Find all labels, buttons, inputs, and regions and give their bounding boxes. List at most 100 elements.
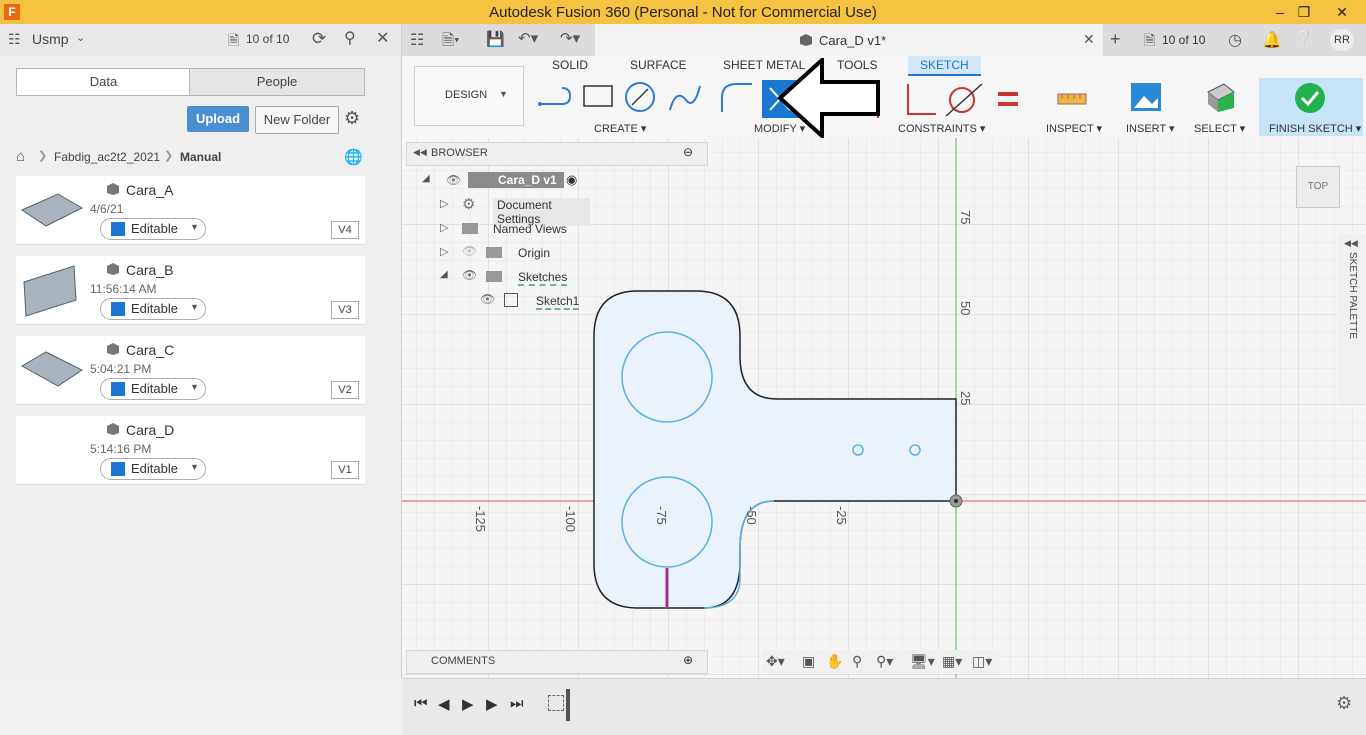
go-to-start-icon[interactable]: ⏮ bbox=[414, 695, 428, 712]
zoom-icon[interactable]: ⚲ bbox=[852, 653, 862, 670]
team-selector[interactable]: Usmp bbox=[32, 31, 69, 47]
chevron-down-icon[interactable]: ⌄ bbox=[76, 31, 85, 44]
data-panel-toggle-icon[interactable]: ☷ bbox=[410, 30, 424, 50]
comments-panel-header[interactable]: COMMENTS ⊕ bbox=[406, 650, 708, 674]
create-menu[interactable]: CREATE ▾ bbox=[594, 122, 646, 135]
tab-people[interactable]: People bbox=[189, 68, 365, 96]
spline-tool-icon[interactable] bbox=[669, 85, 701, 111]
tab-surface[interactable]: SURFACE bbox=[630, 58, 687, 72]
browser-item-sketch1[interactable]: 👁 Sketch1 bbox=[480, 292, 590, 310]
version-select[interactable]: V4 bbox=[331, 221, 359, 239]
file-card-cara-b[interactable]: Cara_B 11:56:14 AM Editable ▼ V3 bbox=[16, 256, 365, 325]
finish-sketch-button[interactable]: FINISH SKETCH ▾ bbox=[1259, 78, 1363, 136]
play-icon[interactable]: ▶ bbox=[462, 695, 474, 713]
file-menu-icon[interactable]: 🗎▾ bbox=[442, 30, 460, 55]
coincident-constraint-icon[interactable] bbox=[907, 84, 936, 115]
line-tool-icon[interactable] bbox=[538, 87, 572, 106]
upload-button[interactable]: Upload bbox=[187, 106, 249, 132]
select-icon[interactable] bbox=[1202, 82, 1236, 112]
document-tab[interactable]: Cara_D v1* ✕ bbox=[595, 24, 1103, 56]
breadcrumb-project[interactable]: Fabdig_ac2t2_2021 bbox=[54, 150, 160, 164]
version-select[interactable]: V1 bbox=[331, 461, 359, 479]
timeline-marker[interactable] bbox=[566, 689, 570, 721]
browser-item-named-views[interactable]: ▷ Named Views bbox=[440, 220, 590, 238]
browser-item-sketches[interactable]: ◢ 👁 Sketches bbox=[440, 268, 590, 286]
home-icon[interactable]: ⌂ bbox=[16, 148, 25, 165]
look-at-icon[interactable]: ▣ bbox=[802, 653, 815, 670]
new-folder-button[interactable]: New Folder bbox=[255, 106, 339, 134]
rectangle-tool-icon[interactable] bbox=[583, 85, 613, 107]
constraints-menu[interactable]: CONSTRAINTS ▾ bbox=[898, 122, 985, 135]
close-window-icon[interactable]: ✕ bbox=[1330, 2, 1354, 22]
step-back-icon[interactable]: ◀ bbox=[438, 695, 450, 713]
display-settings-icon[interactable]: 🖥▾ bbox=[910, 653, 935, 670]
tab-data[interactable]: Data bbox=[16, 68, 191, 96]
file-card-cara-a[interactable]: Cara_A 4/6/21 Editable ▼ V4 bbox=[16, 176, 365, 245]
fillet-tool-icon[interactable] bbox=[721, 83, 752, 112]
select-menu[interactable]: SELECT ▾ bbox=[1194, 122, 1245, 135]
save-icon[interactable]: 💾 bbox=[486, 30, 505, 48]
search-icon[interactable]: ⚲ bbox=[344, 28, 356, 48]
maximize-icon[interactable]: ❐ bbox=[1292, 2, 1316, 22]
expand-triangle-icon[interactable]: ▷ bbox=[440, 197, 448, 210]
sketch-feature-icon[interactable] bbox=[548, 695, 564, 711]
help-icon[interactable]: ❔ bbox=[1294, 29, 1314, 49]
expand-triangle-icon[interactable]: ▷ bbox=[440, 221, 448, 234]
undo-icon[interactable]: ↶▾ bbox=[518, 29, 538, 47]
pan-icon[interactable]: ✋ bbox=[826, 653, 843, 670]
step-forward-icon[interactable]: ▶ bbox=[486, 695, 498, 713]
expand-triangle-icon[interactable]: ▷ bbox=[440, 245, 448, 258]
sketch-palette-tab[interactable]: ◀◀ SKETCH PALETTE bbox=[1338, 234, 1366, 404]
close-panel-icon[interactable]: ✕ bbox=[376, 28, 389, 48]
viewports-icon[interactable]: ◫▾ bbox=[972, 653, 992, 670]
tab-solid[interactable]: SOLID bbox=[552, 58, 588, 72]
radio-active-icon[interactable]: ◉ bbox=[566, 172, 577, 188]
fit-icon[interactable]: ⚲▾ bbox=[876, 653, 893, 670]
editable-dropdown[interactable]: Editable ▼ bbox=[100, 218, 206, 240]
browser-panel-header[interactable]: ◀◀ BROWSER ⊖ bbox=[406, 142, 708, 166]
eye-icon[interactable]: 👁 bbox=[480, 292, 495, 306]
expand-triangle-icon[interactable]: ◢ bbox=[422, 173, 430, 184]
insert-image-icon[interactable] bbox=[1130, 82, 1162, 112]
eye-icon[interactable]: 👁 bbox=[446, 173, 461, 187]
version-select[interactable]: V2 bbox=[331, 381, 359, 399]
grid-settings-icon[interactable]: ▦▾ bbox=[942, 653, 962, 670]
grid-menu-icon[interactable]: ☷ bbox=[8, 31, 21, 48]
workspace-switcher[interactable]: DESIGN ▼ bbox=[414, 66, 524, 126]
viewcube[interactable]: TOP bbox=[1296, 166, 1340, 208]
redo-icon[interactable]: ↷▾ bbox=[560, 29, 580, 47]
insert-menu[interactable]: INSERT ▾ bbox=[1126, 122, 1175, 135]
refresh-icon[interactable]: ⟳ bbox=[312, 29, 326, 49]
file-card-cara-d[interactable]: Cara_D 5:14:16 PM Editable ▼ V1 bbox=[16, 416, 365, 485]
orbit-icon[interactable]: ✥▾ bbox=[766, 653, 785, 670]
avatar[interactable]: RR bbox=[1330, 29, 1354, 51]
editable-dropdown[interactable]: Editable ▼ bbox=[100, 298, 206, 320]
job-status-icon[interactable]: ◷ bbox=[1228, 30, 1242, 50]
minus-icon[interactable]: ⊖ bbox=[683, 145, 693, 159]
circle-tool-icon[interactable] bbox=[625, 82, 655, 112]
eye-icon[interactable]: 👁 bbox=[462, 268, 477, 282]
file-card-cara-c[interactable]: Cara_C 5:04:21 PM Editable ▼ V2 bbox=[16, 336, 365, 405]
browser-item-origin[interactable]: ▷ 👁 Origin bbox=[440, 244, 590, 262]
tab-sketch[interactable]: SKETCH bbox=[908, 56, 981, 76]
go-to-end-icon[interactable]: ⏭ bbox=[510, 695, 524, 712]
expand-icon[interactable]: ◀◀ bbox=[1344, 238, 1358, 249]
new-tab-icon[interactable]: + bbox=[1110, 29, 1121, 50]
browser-item-document-settings[interactable]: ▷ ⚙ Document Settings bbox=[440, 196, 590, 226]
gear-icon[interactable]: ⚙ bbox=[344, 108, 360, 129]
editable-dropdown[interactable]: Editable ▼ bbox=[100, 378, 206, 400]
expand-triangle-icon[interactable]: ◢ bbox=[440, 269, 448, 280]
add-comment-icon[interactable]: ⊕ bbox=[683, 653, 693, 667]
browser-root[interactable]: ◢ 👁 Cara_D v1 ◉ bbox=[422, 172, 586, 190]
eye-hidden-icon[interactable]: 👁 bbox=[462, 244, 477, 258]
inspect-menu[interactable]: INSPECT ▾ bbox=[1046, 122, 1102, 135]
close-tab-icon[interactable]: ✕ bbox=[1083, 31, 1095, 48]
gear-icon[interactable]: ⚙ bbox=[1336, 693, 1352, 714]
equal-constraint-icon[interactable] bbox=[998, 92, 1018, 106]
minimize-icon[interactable]: – bbox=[1268, 2, 1292, 22]
globe-icon[interactable]: 🌐 bbox=[344, 148, 363, 166]
tangent-constraint-icon[interactable] bbox=[945, 83, 983, 117]
notifications-icon[interactable]: 🔔 bbox=[1262, 30, 1282, 50]
version-select[interactable]: V3 bbox=[331, 301, 359, 319]
editable-dropdown[interactable]: Editable ▼ bbox=[100, 458, 206, 480]
